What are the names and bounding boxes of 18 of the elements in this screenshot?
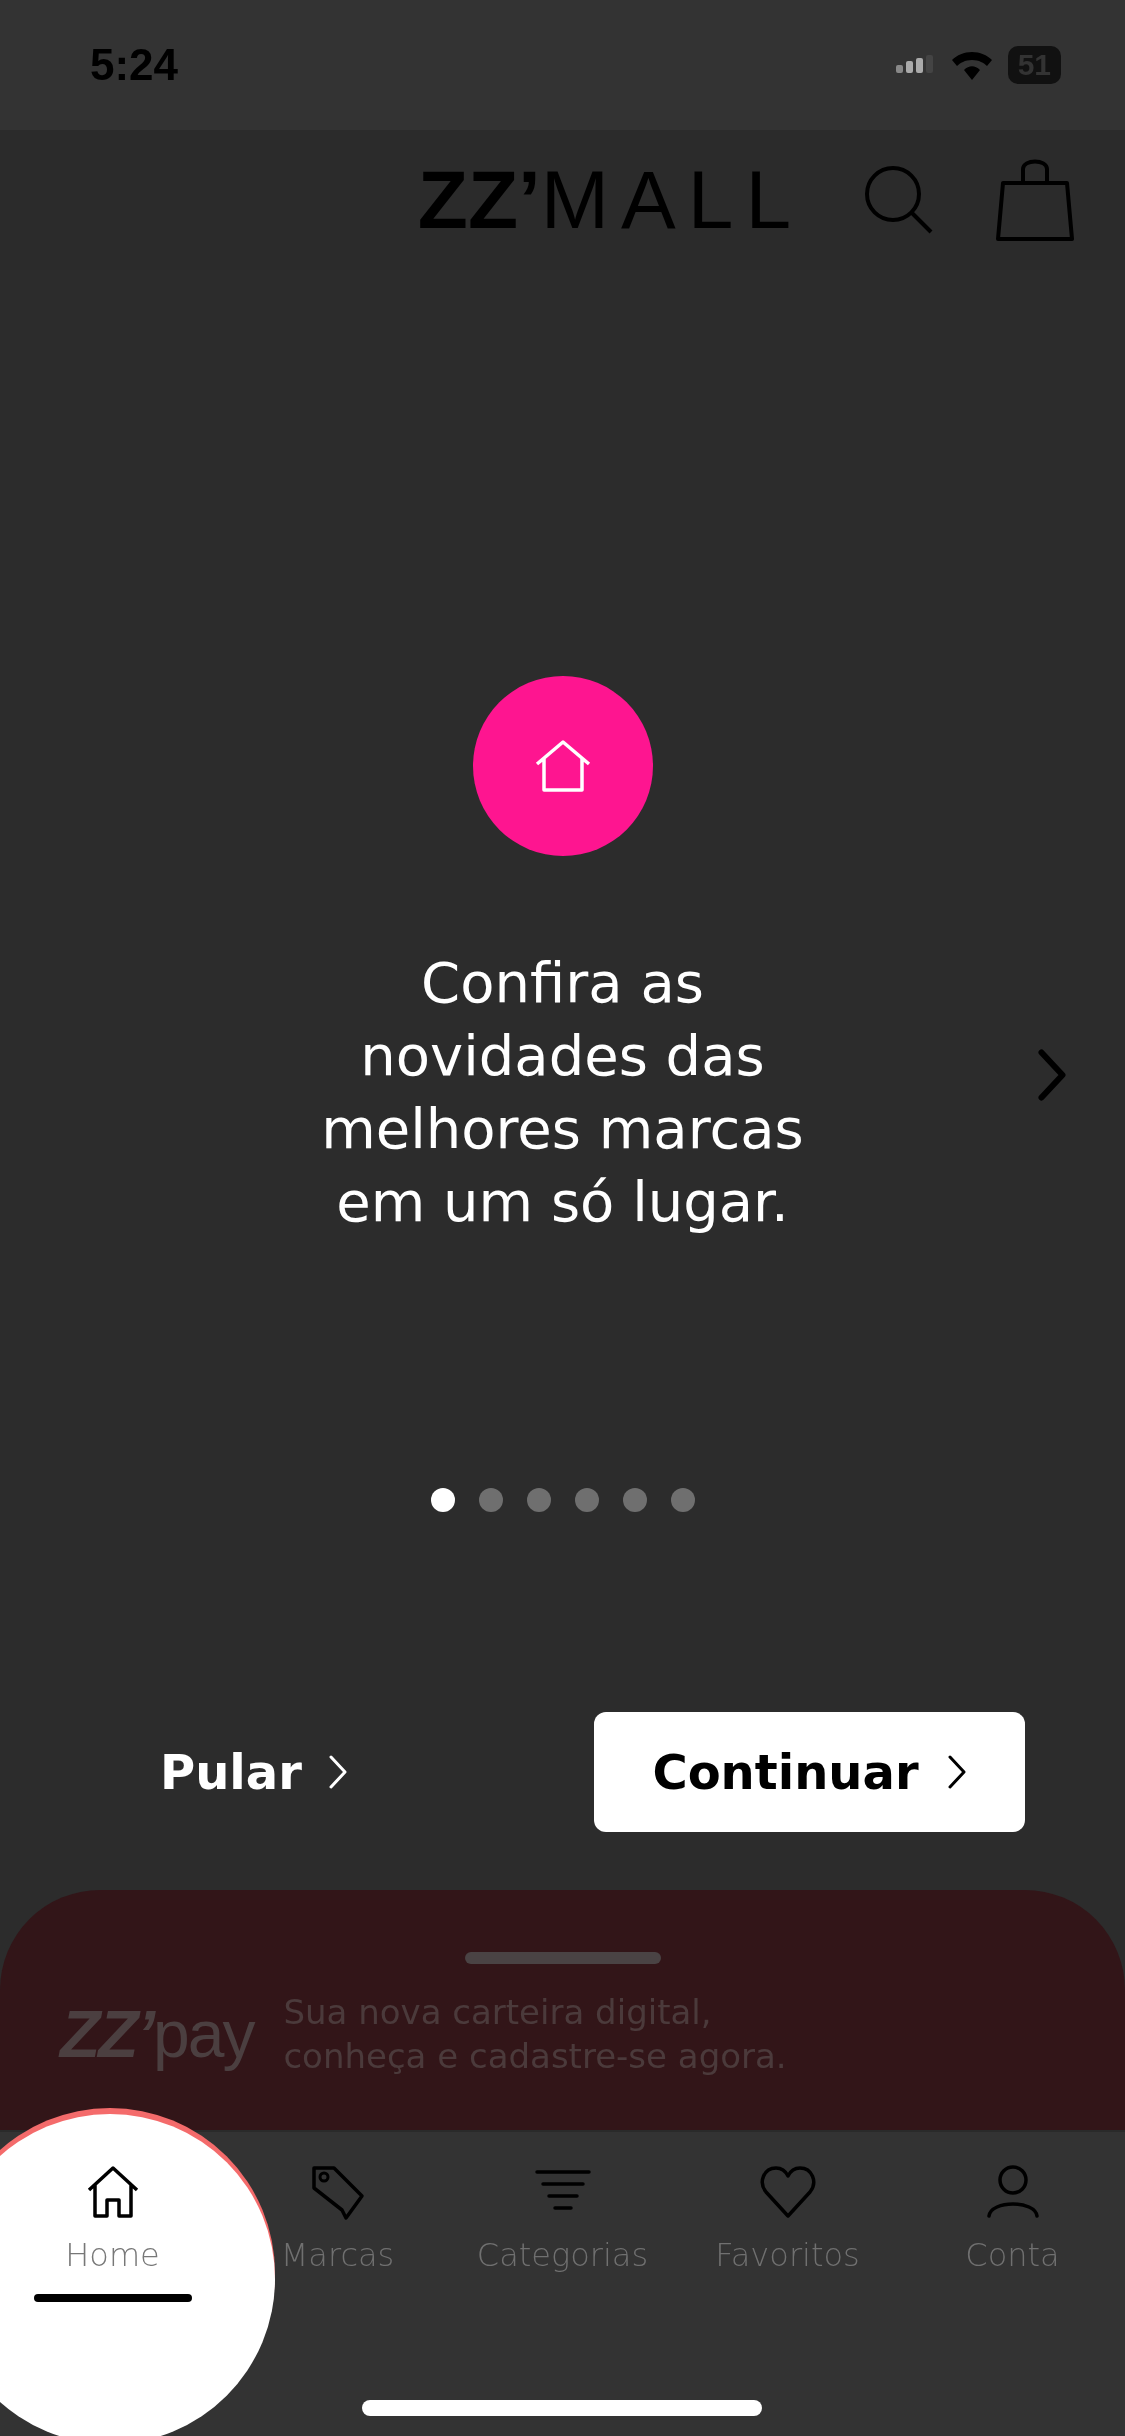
signal-icon <box>895 55 936 75</box>
chevron-icon <box>946 1754 967 1790</box>
page-dot[interactable] <box>622 1488 647 1512</box>
continue-button[interactable]: Continuar <box>594 1712 1025 1832</box>
skip-button[interactable]: Pular <box>160 1744 348 1800</box>
tab[interactable]: Categorias <box>450 2132 675 2436</box>
page-dot[interactable] <box>670 1488 695 1512</box>
onboarding-message: Confira as novidades das melhores marcas em um só lugar. <box>320 949 805 1236</box>
tab[interactable]: Home <box>0 2132 225 2436</box>
tab[interactable]: Favoritos <box>675 2132 900 2436</box>
page-dot[interactable] <box>526 1488 551 1512</box>
page-dot[interactable] <box>430 1488 455 1512</box>
sheet-handle[interactable] <box>464 1952 661 1964</box>
chevron-icon <box>327 1754 348 1790</box>
page-dot[interactable] <box>478 1488 503 1512</box>
page-dot[interactable] <box>574 1488 599 1512</box>
tab[interactable]: Conta <box>900 2132 1125 2436</box>
tab[interactable]: Marcas <box>225 2132 450 2436</box>
